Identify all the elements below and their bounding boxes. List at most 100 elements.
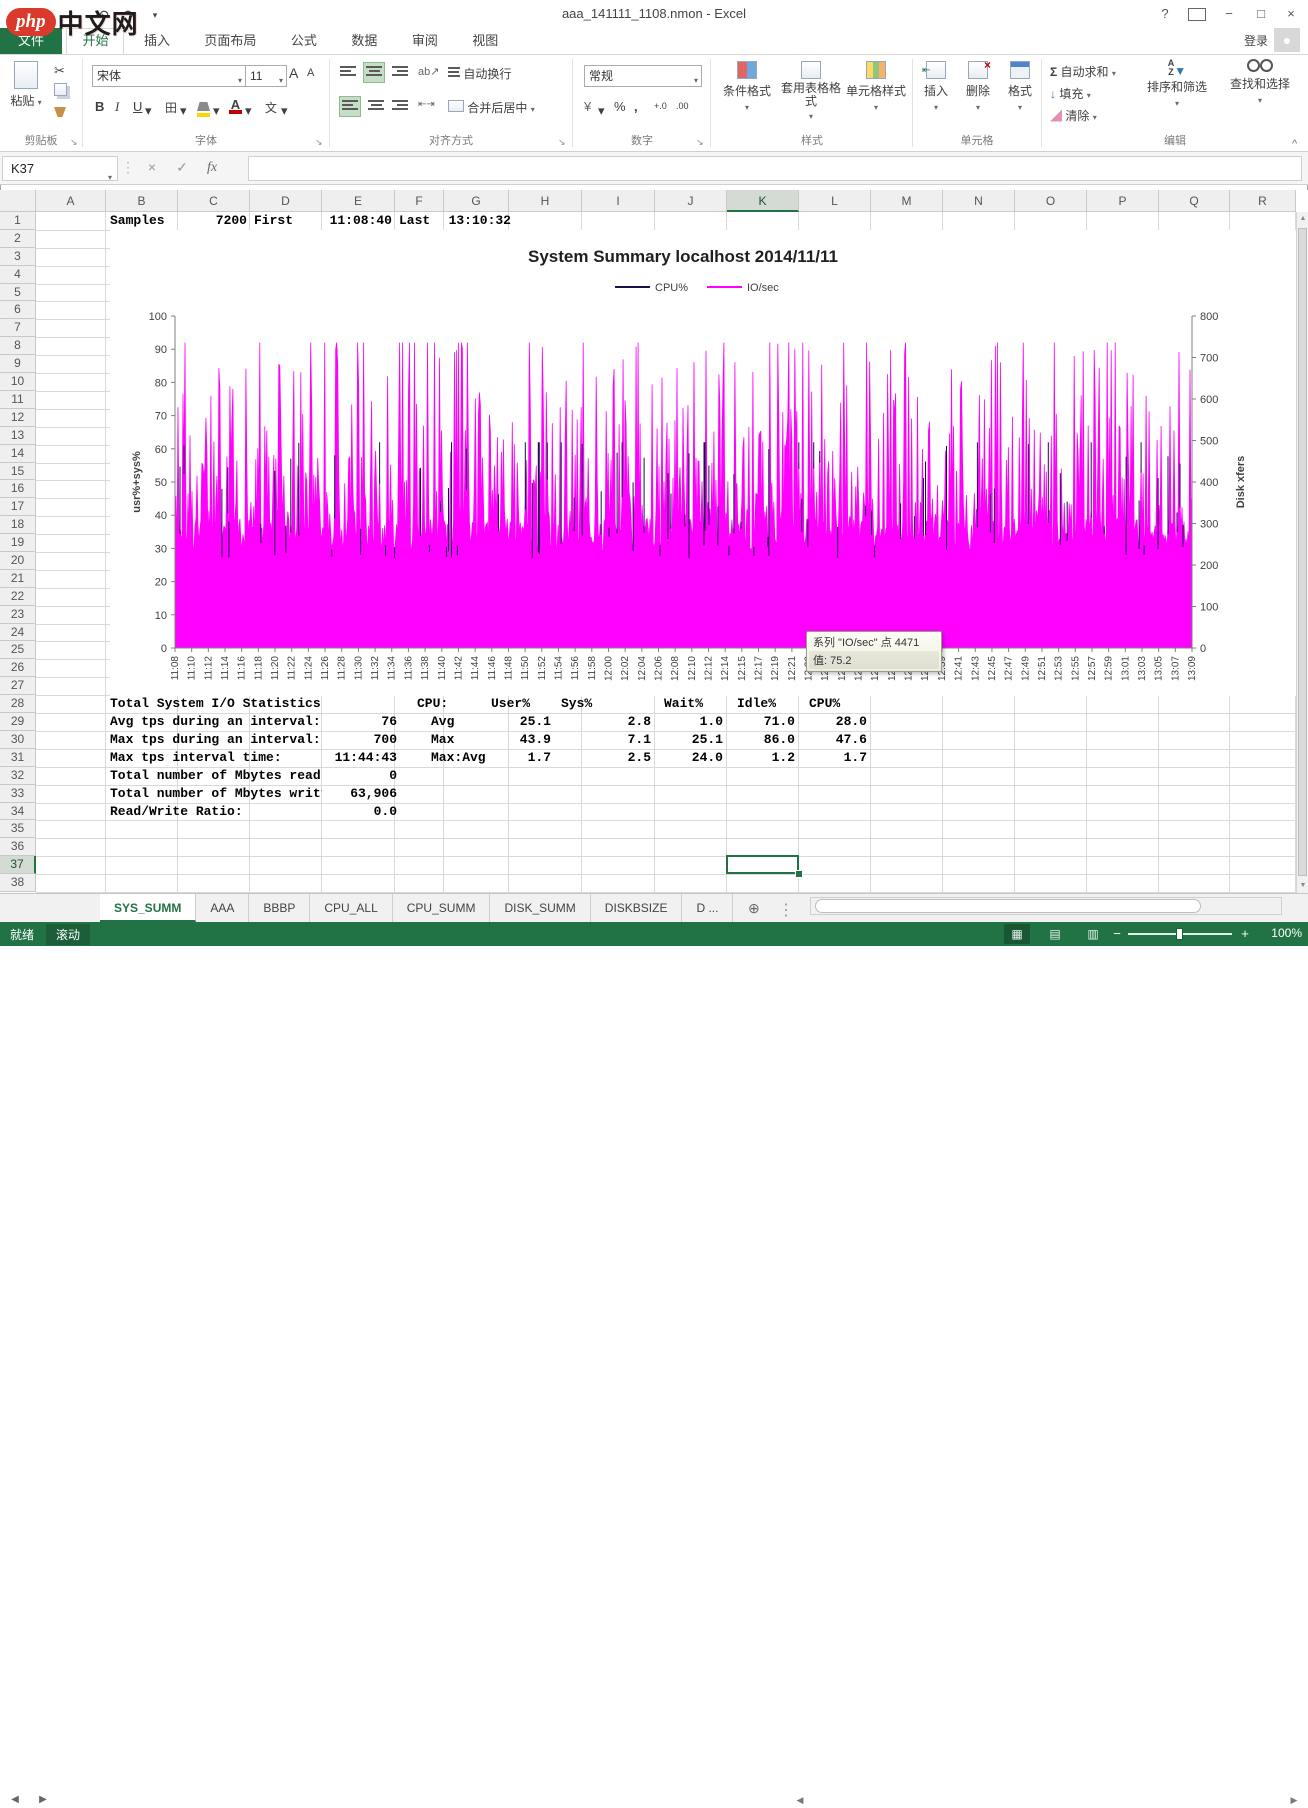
sheet-tab-sys-summ[interactable]: SYS_SUMM bbox=[100, 894, 196, 922]
column-header-L[interactable]: L bbox=[799, 190, 871, 212]
worksheet-grid[interactable]: System Summary localhost 2014/11/11 CPU%… bbox=[0, 190, 1308, 893]
zoom-in-icon[interactable]: + bbox=[1238, 926, 1252, 941]
borders-dropdown-icon[interactable]: ▾ bbox=[180, 103, 187, 119]
column-header-G[interactable]: G bbox=[444, 190, 509, 212]
column-header-M[interactable]: M bbox=[871, 190, 943, 212]
autosum-button[interactable]: Σ 自动求和 ▾ bbox=[1050, 63, 1116, 80]
row-header-22[interactable]: 22 bbox=[0, 588, 36, 606]
font-dialog-launcher-icon[interactable]: ↘ bbox=[315, 137, 325, 147]
sheet-tab-overflow[interactable]: D ... bbox=[682, 894, 733, 922]
sheet-tab-bbbp[interactable]: BBBP bbox=[249, 894, 310, 922]
wrap-text-button[interactable]: 自动换行 bbox=[448, 65, 511, 82]
align-right-icon[interactable] bbox=[392, 99, 408, 114]
cell-I28[interactable]: Sys% bbox=[561, 695, 592, 713]
column-header-D[interactable]: D bbox=[250, 190, 322, 212]
font-size-combo[interactable]: 11▾ bbox=[245, 65, 287, 87]
column-header-H[interactable]: H bbox=[509, 190, 582, 212]
row-header-13[interactable]: 13 bbox=[0, 427, 36, 445]
right-axis-title[interactable]: Disk xfers bbox=[1235, 456, 1247, 509]
vertical-scrollbar[interactable]: ▲ ▼ bbox=[1296, 212, 1308, 893]
row-header-19[interactable]: 19 bbox=[0, 534, 36, 552]
cell-K28[interactable]: Idle% bbox=[737, 695, 776, 713]
page-layout-view-icon[interactable]: ▤ bbox=[1042, 924, 1068, 944]
tabstrip-splitter-icon[interactable]: ⋮ bbox=[778, 900, 794, 920]
accounting-format-icon[interactable]: ¥ bbox=[584, 99, 591, 114]
scroll-down-icon[interactable]: ▼ bbox=[1297, 879, 1308, 893]
fill-handle[interactable] bbox=[795, 870, 803, 878]
grow-font-icon[interactable]: A bbox=[289, 65, 298, 81]
column-header-B[interactable]: B bbox=[106, 190, 178, 212]
row-header-3[interactable]: 3 bbox=[0, 248, 36, 266]
format-cells-button[interactable]: 格式▾ bbox=[1001, 61, 1039, 113]
indent-icons[interactable]: ⇤⇥ bbox=[418, 99, 435, 110]
row-header-6[interactable]: 6 bbox=[0, 301, 36, 319]
phonetic-dropdown-icon[interactable]: ▾ bbox=[281, 103, 288, 119]
row-header-8[interactable]: 8 bbox=[0, 337, 36, 355]
format-as-table-button[interactable]: 套用表格格式▾ bbox=[780, 61, 842, 122]
scroll-up-icon[interactable]: ▲ bbox=[1297, 212, 1308, 226]
cell-L31[interactable]: 1.7 bbox=[667, 749, 867, 767]
column-header-F[interactable]: F bbox=[395, 190, 444, 212]
column-header-I[interactable]: I bbox=[582, 190, 655, 212]
enter-icon[interactable]: ✓ bbox=[170, 156, 194, 179]
row-header-20[interactable]: 20 bbox=[0, 552, 36, 570]
sort-filter-button[interactable]: AZ▼ 排序和筛选▾ bbox=[1138, 59, 1216, 109]
column-header-Q[interactable]: Q bbox=[1159, 190, 1230, 212]
column-header-A[interactable]: A bbox=[36, 190, 106, 212]
horizontal-scrollbar[interactable] bbox=[810, 897, 1282, 915]
sheet-tab-cpu-summ[interactable]: CPU_SUMM bbox=[393, 894, 491, 922]
align-left-icon[interactable] bbox=[340, 97, 360, 116]
font-color-dropdown-icon[interactable]: ▾ bbox=[245, 103, 252, 119]
column-header-K[interactable]: K bbox=[727, 190, 799, 212]
cell-L30[interactable]: 47.6 bbox=[667, 731, 867, 749]
vertical-scroll-thumb[interactable] bbox=[1298, 228, 1307, 876]
cell-F28[interactable]: CPU: bbox=[417, 695, 448, 713]
copy-icon[interactable] bbox=[54, 83, 67, 99]
horizontal-scroll-thumb[interactable] bbox=[815, 899, 1201, 913]
legend-cpu-label[interactable]: CPU% bbox=[655, 282, 688, 294]
accounting-dropdown-icon[interactable]: ▾ bbox=[598, 103, 605, 119]
hscroll-left-icon[interactable]: ◀ bbox=[792, 1792, 808, 1808]
phonetic-guide-icon[interactable]: 文 bbox=[265, 99, 277, 116]
row-header-12[interactable]: 12 bbox=[0, 409, 36, 427]
row-header-24[interactable]: 24 bbox=[0, 624, 36, 642]
alignment-dialog-launcher-icon[interactable]: ↘ bbox=[558, 137, 568, 147]
sheet-nav-right-icon[interactable]: ▶ bbox=[34, 1794, 52, 1805]
cell-E34[interactable]: 0.0 bbox=[197, 803, 397, 821]
left-axis-title[interactable]: usr%+sys% bbox=[131, 451, 143, 513]
help-icon[interactable]: ? bbox=[1150, 4, 1180, 24]
row-header-38[interactable]: 38 bbox=[0, 874, 36, 892]
row-header-14[interactable]: 14 bbox=[0, 445, 36, 463]
insert-function-icon[interactable]: fx bbox=[200, 156, 224, 179]
close-button[interactable]: × bbox=[1276, 4, 1306, 24]
cancel-icon[interactable]: × bbox=[140, 156, 164, 179]
row-header-35[interactable]: 35 bbox=[0, 820, 36, 838]
row-header-27[interactable]: 27 bbox=[0, 677, 36, 695]
paste-button[interactable]: 粘贴 ▾ bbox=[6, 61, 46, 109]
font-color-icon[interactable]: A bbox=[229, 97, 242, 114]
comma-style-icon[interactable]: , bbox=[634, 99, 638, 114]
sign-in-link[interactable]: 登录 bbox=[1244, 32, 1268, 49]
row-header-23[interactable]: 23 bbox=[0, 606, 36, 624]
normal-view-icon[interactable]: ▦ bbox=[1004, 924, 1030, 944]
underline-button[interactable]: U bbox=[133, 99, 142, 114]
minimize-button[interactable]: − bbox=[1214, 4, 1244, 24]
align-top-icon[interactable] bbox=[340, 65, 356, 80]
cut-icon[interactable]: ✂ bbox=[54, 63, 65, 79]
decrease-decimal-icon[interactable]: .00 bbox=[676, 101, 689, 111]
row-header-1[interactable]: 1 bbox=[0, 212, 36, 230]
row-header-16[interactable]: 16 bbox=[0, 480, 36, 498]
name-box[interactable]: K37▾ bbox=[2, 156, 118, 181]
name-box-dropdown-icon[interactable]: ▾ bbox=[108, 166, 112, 189]
clear-button[interactable]: ◢ 清除 ▾ bbox=[1050, 107, 1097, 124]
fill-color-dropdown-icon[interactable]: ▾ bbox=[213, 103, 220, 119]
percent-style-icon[interactable]: % bbox=[614, 99, 626, 114]
insert-cells-button[interactable]: ⇤ 插入▾ bbox=[917, 61, 955, 113]
cell-H28[interactable]: User% bbox=[491, 695, 530, 713]
conditional-formatting-button[interactable]: 条件格式▾ bbox=[718, 61, 776, 113]
orientation-icon[interactable]: ab↗ bbox=[418, 65, 439, 78]
zoom-slider-thumb[interactable] bbox=[1176, 928, 1183, 940]
number-format-combo[interactable]: 常规▾ bbox=[584, 65, 702, 87]
cell-L28[interactable]: CPU% bbox=[809, 695, 840, 713]
underline-dropdown-icon[interactable]: ▾ bbox=[145, 103, 152, 119]
